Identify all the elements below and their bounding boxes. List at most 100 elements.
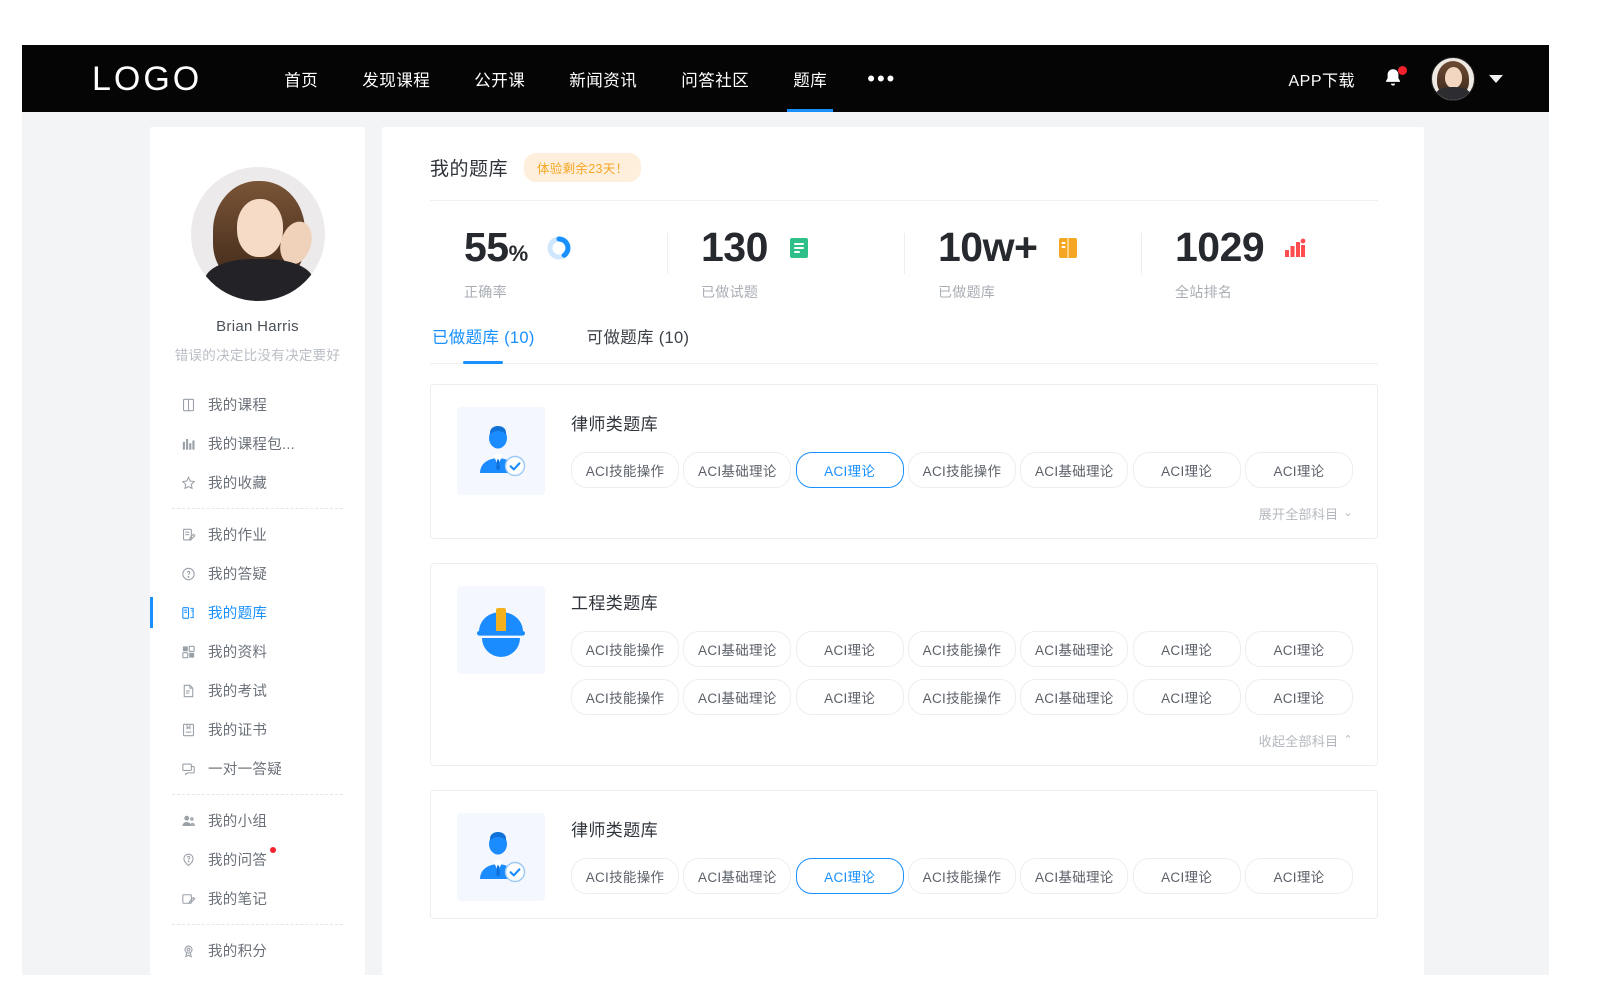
subject-tag-row: ACI技能操作ACI基础理论ACI理论ACI技能操作ACI基础理论ACI理论AC… bbox=[571, 631, 1353, 667]
subject-tag[interactable]: ACI基础理论 bbox=[1020, 452, 1128, 488]
stat-card-3: 1029 全站排名 bbox=[1141, 227, 1378, 302]
stat-value: 1029 bbox=[1175, 227, 1264, 268]
expand-subjects-link[interactable]: 收起全部科目 ⌃ bbox=[1259, 731, 1353, 750]
menu-divider bbox=[172, 508, 343, 509]
body-area: Brian Harris 错误的决定比没有决定要好 我的课程我的课程包...我的… bbox=[22, 112, 1549, 975]
subject-tag[interactable]: ACI理论 bbox=[1245, 679, 1353, 715]
subject-tag[interactable]: ACI技能操作 bbox=[908, 452, 1016, 488]
sidebar-item-1-6[interactable]: 一对一答疑 bbox=[150, 749, 365, 788]
unread-dot bbox=[270, 847, 276, 853]
subject-tag[interactable]: ACI理论 bbox=[796, 631, 904, 667]
sidebar-item-1-1[interactable]: 我的答疑 bbox=[150, 554, 365, 593]
subject-tag[interactable]: ACI理论 bbox=[1133, 631, 1241, 667]
subject-tag[interactable]: ACI理论 bbox=[1133, 679, 1241, 715]
book-orange-icon bbox=[1055, 235, 1081, 261]
stat-value: 55% bbox=[464, 227, 528, 268]
nav-item-2[interactable]: 公开课 bbox=[452, 45, 547, 112]
sidebar-item-label: 我的题库 bbox=[208, 602, 267, 623]
sidebar-item-label: 我的小组 bbox=[208, 810, 267, 831]
subject-tag[interactable]: ACI基础理论 bbox=[1020, 858, 1128, 894]
expand-subjects-link[interactable]: 展开全部科目 ⌄ bbox=[1259, 504, 1353, 523]
subject-tag[interactable]: ACI基础理论 bbox=[683, 679, 791, 715]
subject-tag[interactable]: ACI基础理论 bbox=[1020, 679, 1128, 715]
subject-tag[interactable]: ACI基础理论 bbox=[683, 631, 791, 667]
lawyer-icon bbox=[471, 827, 531, 887]
profile-avatar[interactable] bbox=[191, 167, 325, 301]
sidebar-item-label: 我的课程包... bbox=[208, 433, 295, 454]
site-logo[interactable]: LOGO bbox=[92, 62, 202, 96]
sidebar-item-1-0[interactable]: 我的作业 bbox=[150, 515, 365, 554]
notification-bell-button[interactable] bbox=[1381, 66, 1405, 92]
subject-tag[interactable]: ACI理论 bbox=[1133, 858, 1241, 894]
nav-item-3[interactable]: 新闻资讯 bbox=[547, 45, 659, 112]
sidebar-item-label: 我的资料 bbox=[208, 641, 267, 662]
sidebar-item-0-1[interactable]: 我的课程包... bbox=[150, 424, 365, 463]
subject-tag[interactable]: ACI技能操作 bbox=[571, 452, 679, 488]
stat-card-0: 55% 正确率 bbox=[430, 227, 667, 302]
card-thumbnail bbox=[457, 586, 545, 674]
subject-tag[interactable]: ACI理论 bbox=[796, 679, 904, 715]
nav-item-1[interactable]: 发现课程 bbox=[340, 45, 452, 112]
subject-tag[interactable]: ACI理论 bbox=[796, 452, 904, 488]
subject-tag[interactable]: ACI理论 bbox=[1245, 858, 1353, 894]
card-thumbnail bbox=[457, 407, 545, 495]
card-title: 律师类题库 bbox=[571, 816, 1353, 841]
subject-tag[interactable]: ACI基础理论 bbox=[683, 858, 791, 894]
stat-label: 正确率 bbox=[464, 282, 667, 302]
sidebar-item-label: 我的问答 bbox=[208, 849, 267, 870]
user-menu-button[interactable] bbox=[1431, 57, 1503, 101]
subject-tag[interactable]: ACI技能操作 bbox=[908, 858, 1016, 894]
sidebar-item-1-5[interactable]: 我的证书 bbox=[150, 710, 365, 749]
subject-tag[interactable]: ACI理论 bbox=[1245, 452, 1353, 488]
subject-tag[interactable]: ACI理论 bbox=[1245, 631, 1353, 667]
card-footer: 展开全部科目 ⌄ bbox=[457, 500, 1353, 526]
sidebar-item-0-0[interactable]: 我的课程 bbox=[150, 385, 365, 424]
stat-card-2: 10w+ 已做题库 bbox=[904, 227, 1141, 302]
subject-tag[interactable]: ACI理论 bbox=[796, 858, 904, 894]
nav-item-0[interactable]: 首页 bbox=[262, 45, 340, 112]
main-header: 我的题库 体验剩余23天！ bbox=[430, 153, 1378, 201]
sidebar-item-0-2[interactable]: 我的收藏 bbox=[150, 463, 365, 502]
chevron-down-icon bbox=[1489, 75, 1503, 83]
sidebar-item-label: 我的笔记 bbox=[208, 888, 267, 909]
subject-tag[interactable]: ACI理论 bbox=[1133, 452, 1241, 488]
sidebar-item-label: 我的证书 bbox=[208, 719, 267, 740]
qa-icon bbox=[180, 851, 197, 868]
subject-tag[interactable]: ACI技能操作 bbox=[908, 631, 1016, 667]
card-title: 律师类题库 bbox=[571, 410, 1353, 435]
subject-tag[interactable]: ACI基础理论 bbox=[1020, 631, 1128, 667]
subject-tag[interactable]: ACI基础理论 bbox=[683, 452, 791, 488]
sidebar-item-1-2[interactable]: 我的题库 bbox=[150, 593, 365, 632]
question-bank-card: 律师类题库 ACI技能操作ACI基础理论ACI理论ACI技能操作ACI基础理论A… bbox=[430, 384, 1378, 539]
subject-tag[interactable]: ACI技能操作 bbox=[571, 679, 679, 715]
note-icon bbox=[180, 890, 197, 907]
sidebar-item-label: 我的答疑 bbox=[208, 563, 267, 584]
sidebar-item-2-0[interactable]: 我的小组 bbox=[150, 801, 365, 840]
nav-item-4[interactable]: 问答社区 bbox=[659, 45, 771, 112]
subject-tag[interactable]: ACI技能操作 bbox=[571, 631, 679, 667]
sidebar-item-1-3[interactable]: 我的资料 bbox=[150, 632, 365, 671]
nav-more-button[interactable]: ••• bbox=[849, 45, 914, 112]
subject-tag[interactable]: ACI技能操作 bbox=[571, 858, 679, 894]
sidebar-item-2-2[interactable]: 我的笔记 bbox=[150, 879, 365, 918]
subject-tag[interactable]: ACI技能操作 bbox=[908, 679, 1016, 715]
question-bank-list: 律师类题库 ACI技能操作ACI基础理论ACI理论ACI技能操作ACI基础理论A… bbox=[430, 364, 1378, 919]
menu-divider bbox=[172, 794, 343, 795]
tab-0[interactable]: 已做题库 (10) bbox=[432, 324, 535, 363]
sidebar-item-2-1[interactable]: 我的问答 bbox=[150, 840, 365, 879]
top-bar-right: APP下载 bbox=[1288, 57, 1549, 101]
sidebar-item-label: 一对一答疑 bbox=[208, 758, 282, 779]
files-icon bbox=[180, 643, 197, 660]
chevron-up-icon: ⌃ bbox=[1343, 735, 1353, 746]
card-footer: 收起全部科目 ⌃ bbox=[457, 727, 1353, 753]
nav-item-5[interactable]: 题库 bbox=[771, 45, 849, 112]
stat-value: 130 bbox=[701, 227, 768, 268]
stat-label: 全站排名 bbox=[1175, 282, 1378, 302]
tab-1[interactable]: 可做题库 (10) bbox=[587, 324, 690, 363]
sidebar-item-3-0[interactable]: 我的积分 bbox=[150, 931, 365, 970]
chevron-down-icon: ⌄ bbox=[1343, 508, 1353, 519]
avatar bbox=[1431, 57, 1475, 101]
sidebar: Brian Harris 错误的决定比没有决定要好 我的课程我的课程包...我的… bbox=[150, 127, 365, 975]
sidebar-item-1-4[interactable]: 我的考试 bbox=[150, 671, 365, 710]
app-download-link[interactable]: APP下载 bbox=[1288, 67, 1355, 91]
